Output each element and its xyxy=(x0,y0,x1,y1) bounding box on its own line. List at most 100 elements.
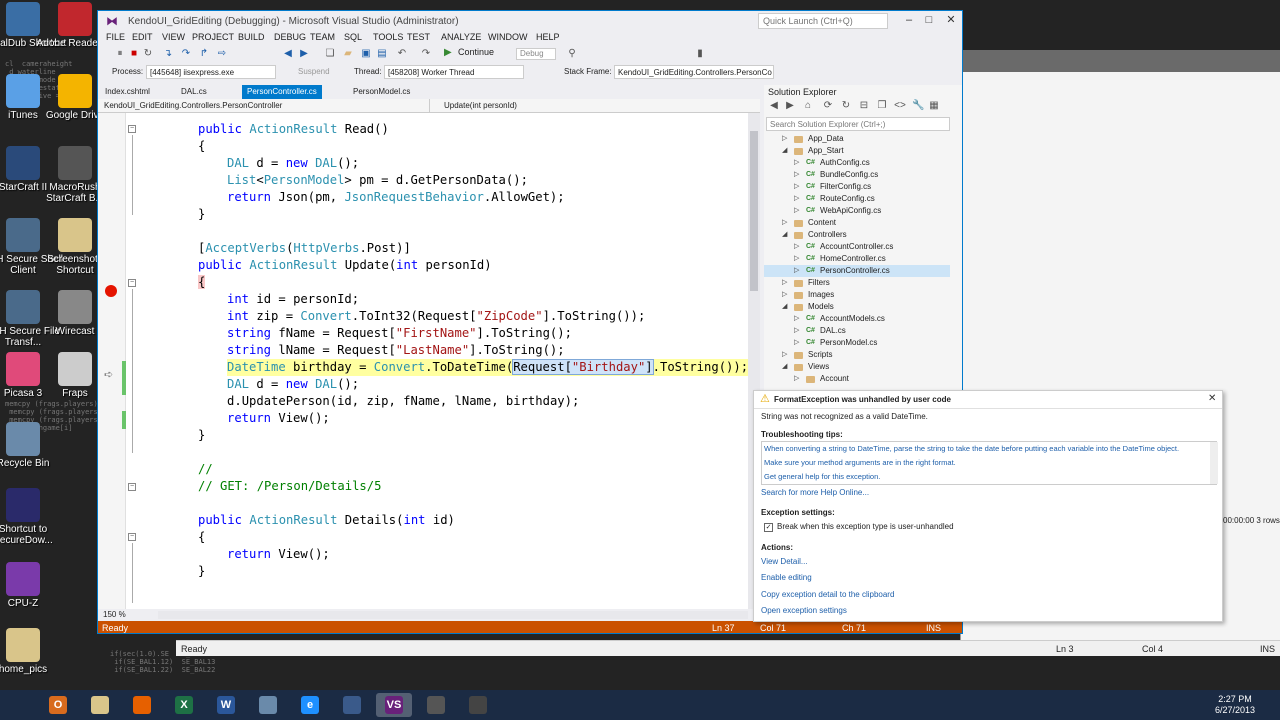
expand-arrow-icon[interactable]: ▷ xyxy=(782,289,787,301)
collapse-arrow-icon[interactable]: ◢ xyxy=(782,361,787,373)
tree-file[interactable]: ▷ C# RouteConfig.cs xyxy=(764,193,950,205)
process-select[interactable]: [445648] iisexpress.exe xyxy=(146,65,276,79)
code-line[interactable]: public ActionResult Read() xyxy=(198,121,389,138)
suspend-button[interactable]: Suspend xyxy=(298,67,330,76)
fold-toggle-icon[interactable]: − xyxy=(128,533,136,541)
expand-arrow-icon[interactable]: ▷ xyxy=(782,349,787,361)
expand-arrow-icon[interactable]: ▷ xyxy=(794,205,799,217)
tree-file[interactable]: ▷ C# FilterConfig.cs xyxy=(764,181,950,193)
preview-icon[interactable]: ▦ xyxy=(928,100,940,112)
taskbar-firefox-button[interactable] xyxy=(124,693,160,717)
forward-icon[interactable]: ▶ xyxy=(298,48,310,60)
scroll-thumb[interactable] xyxy=(750,131,758,291)
tree-folder[interactable]: ▷ Content xyxy=(764,217,950,229)
back-icon[interactable]: ◀ xyxy=(282,48,294,60)
horizontal-scrollbar[interactable] xyxy=(158,611,748,619)
code-line[interactable]: DAL d = new DAL(); xyxy=(227,376,359,393)
continue-button[interactable]: ▶ Continue xyxy=(444,47,494,61)
breakpoint-toggle-icon[interactable]: ▮ xyxy=(694,48,706,60)
tip-link[interactable]: Get general help for this exception. xyxy=(764,472,880,481)
desktop-icon[interactable]: CPU-Z xyxy=(0,562,68,609)
open-exception-settings-link[interactable]: Open exception settings xyxy=(761,606,847,615)
code-line[interactable]: List<PersonModel> pm = d.GetPersonData()… xyxy=(227,172,528,189)
find-icon[interactable]: ⚲ xyxy=(566,48,578,60)
code-line[interactable]: { xyxy=(198,274,206,291)
taskbar-excel-button[interactable]: X xyxy=(166,693,202,717)
collapse-arrow-icon[interactable]: ◢ xyxy=(782,145,787,157)
code-line[interactable]: return View(); xyxy=(227,410,330,427)
collapse-all-icon[interactable]: ⊟ xyxy=(858,100,870,112)
taskbar-visual-studio-button[interactable]: VS xyxy=(376,693,412,717)
taskbar-app6-button[interactable] xyxy=(250,693,286,717)
code-line[interactable]: string lName = Request["LastName"].ToStr… xyxy=(227,342,565,359)
search-help-link[interactable]: Search for more Help Online... xyxy=(761,488,869,497)
forward-icon[interactable]: ▶ xyxy=(784,100,796,112)
taskbar-app8-button[interactable] xyxy=(334,693,370,717)
code-icon[interactable]: <> xyxy=(894,100,906,112)
save-icon[interactable]: ▣ xyxy=(360,48,372,60)
zoom-level-select[interactable]: 150 % xyxy=(103,610,126,619)
fold-toggle-icon[interactable]: − xyxy=(128,483,136,491)
break-on-exception-checkbox[interactable]: ✓ xyxy=(764,523,773,532)
code-line[interactable]: string fName = Request["FirstName"].ToSt… xyxy=(227,325,572,342)
tree-file[interactable]: ▷ C# HomeController.cs xyxy=(764,253,950,265)
tab-index-cshtml[interactable]: Index.cshtml xyxy=(100,85,155,99)
sync-icon[interactable]: ⟳ xyxy=(822,100,834,112)
expand-arrow-icon[interactable]: ▷ xyxy=(794,313,799,325)
show-all-files-icon[interactable]: ❐ xyxy=(876,100,888,112)
view-detail-link[interactable]: View Detail... xyxy=(761,557,808,566)
stop-icon[interactable]: ■ xyxy=(128,48,140,60)
step-into-icon[interactable]: ↴ xyxy=(162,48,174,60)
restart-icon[interactable]: ↻ xyxy=(142,48,154,60)
menu-test[interactable]: TEST xyxy=(407,32,430,42)
tree-folder[interactable]: ▷ Account xyxy=(764,373,950,385)
expand-arrow-icon[interactable]: ▷ xyxy=(794,337,799,349)
type-dropdown[interactable]: KendoUI_GridEditing.Controllers.PersonCo… xyxy=(100,99,430,112)
refresh-icon[interactable]: ↻ xyxy=(840,100,852,112)
tab-personmodel-cs[interactable]: PersonModel.cs xyxy=(348,85,415,99)
desktop-icon[interactable]: home_pics xyxy=(0,628,68,675)
tree-file[interactable]: ▷ C# WebApiConfig.cs xyxy=(764,205,950,217)
menu-debug[interactable]: DEBUG xyxy=(274,32,306,42)
tree-folder[interactable]: ▷ Filters xyxy=(764,277,950,289)
tree-folder[interactable]: ◢ Models xyxy=(764,301,950,313)
solution-configuration-select[interactable]: Debug xyxy=(516,48,556,60)
home-icon[interactable]: ⌂ xyxy=(802,100,814,112)
tree-folder[interactable]: ▷ Images xyxy=(764,289,950,301)
code-line[interactable]: // GET: /Person/Details/5 xyxy=(198,478,381,495)
taskbar-explorer-button[interactable] xyxy=(82,693,118,717)
step-out-icon[interactable]: ↱ xyxy=(198,48,210,60)
step-over-icon[interactable]: ↷ xyxy=(180,48,192,60)
menu-sql[interactable]: SQL xyxy=(344,32,362,42)
tree-folder[interactable]: ▷ Scripts xyxy=(764,349,950,361)
enable-editing-link[interactable]: Enable editing xyxy=(761,573,812,582)
copy-exception-link[interactable]: Copy exception detail to the clipboard xyxy=(761,590,894,599)
menu-help[interactable]: HELP xyxy=(536,32,560,42)
collapse-arrow-icon[interactable]: ◢ xyxy=(782,229,787,241)
pause-icon[interactable]: ⏸ xyxy=(114,48,126,60)
expand-arrow-icon[interactable]: ▷ xyxy=(782,133,787,145)
stack-frame-select[interactable]: KendoUI_GridEditing.Controllers.PersonCo xyxy=(614,65,774,79)
menu-window[interactable]: WINDOW xyxy=(488,32,528,42)
code-line[interactable]: int id = personId; xyxy=(227,291,359,308)
system-clock[interactable]: 2:27 PM 6/27/2013 xyxy=(1215,694,1255,716)
code-line[interactable]: return View(); xyxy=(227,546,330,563)
thread-select[interactable]: [458208] Worker Thread xyxy=(384,65,524,79)
expand-arrow-icon[interactable]: ▷ xyxy=(794,193,799,205)
tip-link[interactable]: Make sure your method arguments are in t… xyxy=(764,458,956,467)
taskbar-app10-button[interactable] xyxy=(418,693,454,717)
tree-file[interactable]: ▷ C# DAL.cs xyxy=(764,325,950,337)
taskbar-outlook-button[interactable]: O xyxy=(40,693,76,717)
tab-dal-cs[interactable]: DAL.cs xyxy=(176,85,212,99)
tree-file[interactable]: ▷ C# PersonModel.cs xyxy=(764,337,950,349)
open-file-icon[interactable]: ▰ xyxy=(342,48,354,60)
code-line[interactable]: { xyxy=(198,529,205,546)
tree-file[interactable]: ▷ C# AccountModels.cs xyxy=(764,313,950,325)
properties-icon[interactable]: 🔧 xyxy=(912,100,924,112)
solution-explorer-search-input[interactable]: Search Solution Explorer (Ctrl+;) xyxy=(766,117,950,131)
expand-arrow-icon[interactable]: ▷ xyxy=(794,253,799,265)
code-line[interactable]: int zip = Convert.ToInt32(Request["ZipCo… xyxy=(227,308,645,325)
menu-project[interactable]: PROJECT xyxy=(192,32,234,42)
expand-arrow-icon[interactable]: ▷ xyxy=(782,277,787,289)
code-line[interactable]: public ActionResult Update(int personId) xyxy=(198,257,492,274)
